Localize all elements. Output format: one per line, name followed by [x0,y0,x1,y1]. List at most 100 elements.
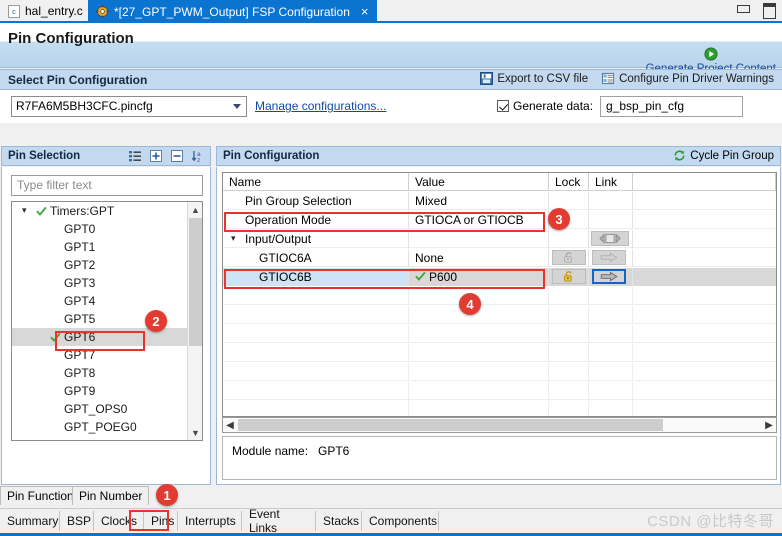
tree-item-gpt8[interactable]: GPT8 [12,364,188,382]
row-value [409,232,415,246]
cell-lock[interactable] [549,230,589,248]
tree-item-gpt7[interactable]: GPT7 [12,346,188,364]
bottom-tab-bsp[interactable]: BSP [60,511,94,531]
collapse-all-icon[interactable] [170,149,184,163]
cycle-pin-group-button[interactable]: Cycle Pin Group [673,149,774,162]
tree-item-gpt0[interactable]: GPT0 [12,220,188,238]
manage-configurations-link[interactable]: Manage configurations... [255,99,386,113]
scroll-left-icon[interactable]: ◀ [223,418,237,432]
bottom-tab-label: BSP [67,514,92,528]
pin-view-subtabs: Pin Function Pin Number [0,486,782,505]
bottom-tab-components[interactable]: Components [362,511,439,531]
sort-az-icon[interactable]: a z [191,149,205,164]
table-row[interactable]: Pin Group Selection Mixed [223,192,776,210]
annotation-badge-1: 1 [156,484,178,506]
cell-link[interactable] [589,268,633,286]
module-name-label: Module name: [232,444,309,458]
chevron-down-icon[interactable]: ▾ [231,234,236,243]
table-row[interactable]: ▾ Input/Output [223,230,776,248]
generate-data-checkbox[interactable] [497,100,509,112]
checked-icon [50,330,61,343]
export-to-csv-button[interactable]: Export to CSV file [480,72,588,85]
configure-pin-driver-warnings-button[interactable]: Configure Pin Driver Warnings [602,72,774,85]
tree-item-label: Timers:GPT [50,204,115,218]
cell-link[interactable] [589,249,633,267]
pin-selection-tree[interactable]: ▾ Timers:GPT GPT0 GPT1 GPT2 GPT3 GPT4 GPT5 GPT6 G… [11,201,203,441]
cell-link[interactable] [589,211,633,229]
cell-name: ▾ Input/Output [223,230,409,248]
pin-filter-input[interactable]: Type filter text [11,175,203,196]
bottom-tab-stacks[interactable]: Stacks [316,511,362,531]
table-row[interactable]: Operation Mode GTIOCA or GTIOCB [223,211,776,229]
scroll-down-icon[interactable]: ▼ [188,425,202,440]
pin-configuration-panel: Name Value Lock Link Pin Group Selection… [216,167,781,485]
cell-link[interactable] [589,230,633,248]
bottom-tab-event-links[interactable]: Event Links [242,507,316,535]
subtab-pin-number[interactable]: Pin Number [72,486,150,505]
tree-item-gpt1[interactable]: GPT1 [12,238,188,256]
list-icon[interactable] [128,149,142,163]
annotation-badge-4: 4 [459,293,481,315]
lock-open-icon[interactable] [552,269,586,284]
cell-lock[interactable] [549,249,589,267]
cell-value[interactable]: P600 [409,268,549,286]
generate-data-checkbox-group[interactable]: Generate data: [497,99,593,113]
pin-configuration-table[interactable]: Name Value Lock Link Pin Group Selection… [222,172,777,417]
tree-item-gpt2[interactable]: GPT2 [12,256,188,274]
export-to-csv-label: Export to CSV file [497,72,589,85]
table-row[interactable]: GTIOC6B P600 [223,268,776,286]
bottom-tab-pins[interactable]: Pins [144,511,178,531]
cell-name: Operation Mode [223,211,409,229]
tree-item-gpt9[interactable]: GPT9 [12,382,188,400]
minimize-icon[interactable] [736,2,750,15]
bottom-tab-label: Event Links [249,507,280,535]
editor-tab-fsp-configuration[interactable]: *[27_GPT_PWM_Output] FSP Configuration × [88,0,377,22]
cell-lock[interactable] [549,192,589,210]
bottom-tab-summary[interactable]: Summary [0,511,60,531]
arrow-right-disabled-icon[interactable] [592,250,626,265]
scroll-thumb[interactable] [189,218,202,346]
maximize-icon[interactable] [762,2,776,19]
cell-link[interactable] [589,192,633,210]
tree-item-gpt4[interactable]: GPT4 [12,292,188,310]
tree-item-gpt3[interactable]: GPT3 [12,274,188,292]
bottom-tab-clocks[interactable]: Clocks [94,511,144,531]
arrows-left-right-icon[interactable] [591,231,629,246]
tree-item-gpt_poeg1[interactable]: GPT_POEG1 [12,436,188,440]
gear-icon [96,5,109,18]
pincfg-select[interactable]: R7FA6M5BH3CFC.pincfg [11,96,247,117]
pin-selection-panel: Type filter text ▾ Timers:GPT GPT0 GPT1 GPT2… [1,167,211,485]
table-row[interactable]: GTIOC6A None [223,249,776,267]
row-value: Mixed [415,194,448,208]
tree-item-timers:gpt[interactable]: ▾ Timers:GPT [12,202,188,220]
lock-open-disabled-icon[interactable] [552,250,586,265]
close-icon[interactable]: × [361,5,369,18]
annotation-badge-3: 3 [548,208,570,230]
tree-vertical-scrollbar[interactable]: ▲ ▼ [187,202,202,440]
tree-item-gpt_poeg0[interactable]: GPT_POEG0 [12,418,188,436]
cell-value[interactable] [409,230,549,248]
subtab-pin-function[interactable]: Pin Function [0,486,81,505]
cell-value[interactable]: Mixed [409,192,549,210]
arrow-right-icon[interactable] [592,269,626,284]
cell-extra [633,211,776,229]
scroll-up-icon[interactable]: ▲ [188,202,202,217]
chevron-down-icon[interactable]: ▾ [22,206,31,215]
editor-tab-hal-entry[interactable]: c hal_entry.c [0,0,91,22]
scroll-right-icon[interactable]: ▶ [762,418,776,432]
pin-selection-header: Pin Selection a z [1,146,211,166]
tree-item-gpt6[interactable]: GPT6 [12,328,188,346]
cell-value[interactable]: None [409,249,549,267]
window-controls [736,2,776,19]
table-empty-row [223,344,776,362]
chevron-down-icon[interactable] [228,97,246,116]
cell-value[interactable]: GTIOCA or GTIOCB [409,211,549,229]
bottom-tab-interrupts[interactable]: Interrupts [178,511,242,531]
table-horizontal-scrollbar[interactable]: ◀ ▶ [222,417,777,433]
hscroll-thumb[interactable] [238,419,663,431]
cell-lock[interactable] [549,268,589,286]
watermark: CSDN @比特冬哥 [647,513,774,530]
expand-all-icon[interactable] [149,149,163,163]
tree-item-gpt_ops0[interactable]: GPT_OPS0 [12,400,188,418]
generate-data-input[interactable]: g_bsp_pin_cfg [600,96,743,117]
